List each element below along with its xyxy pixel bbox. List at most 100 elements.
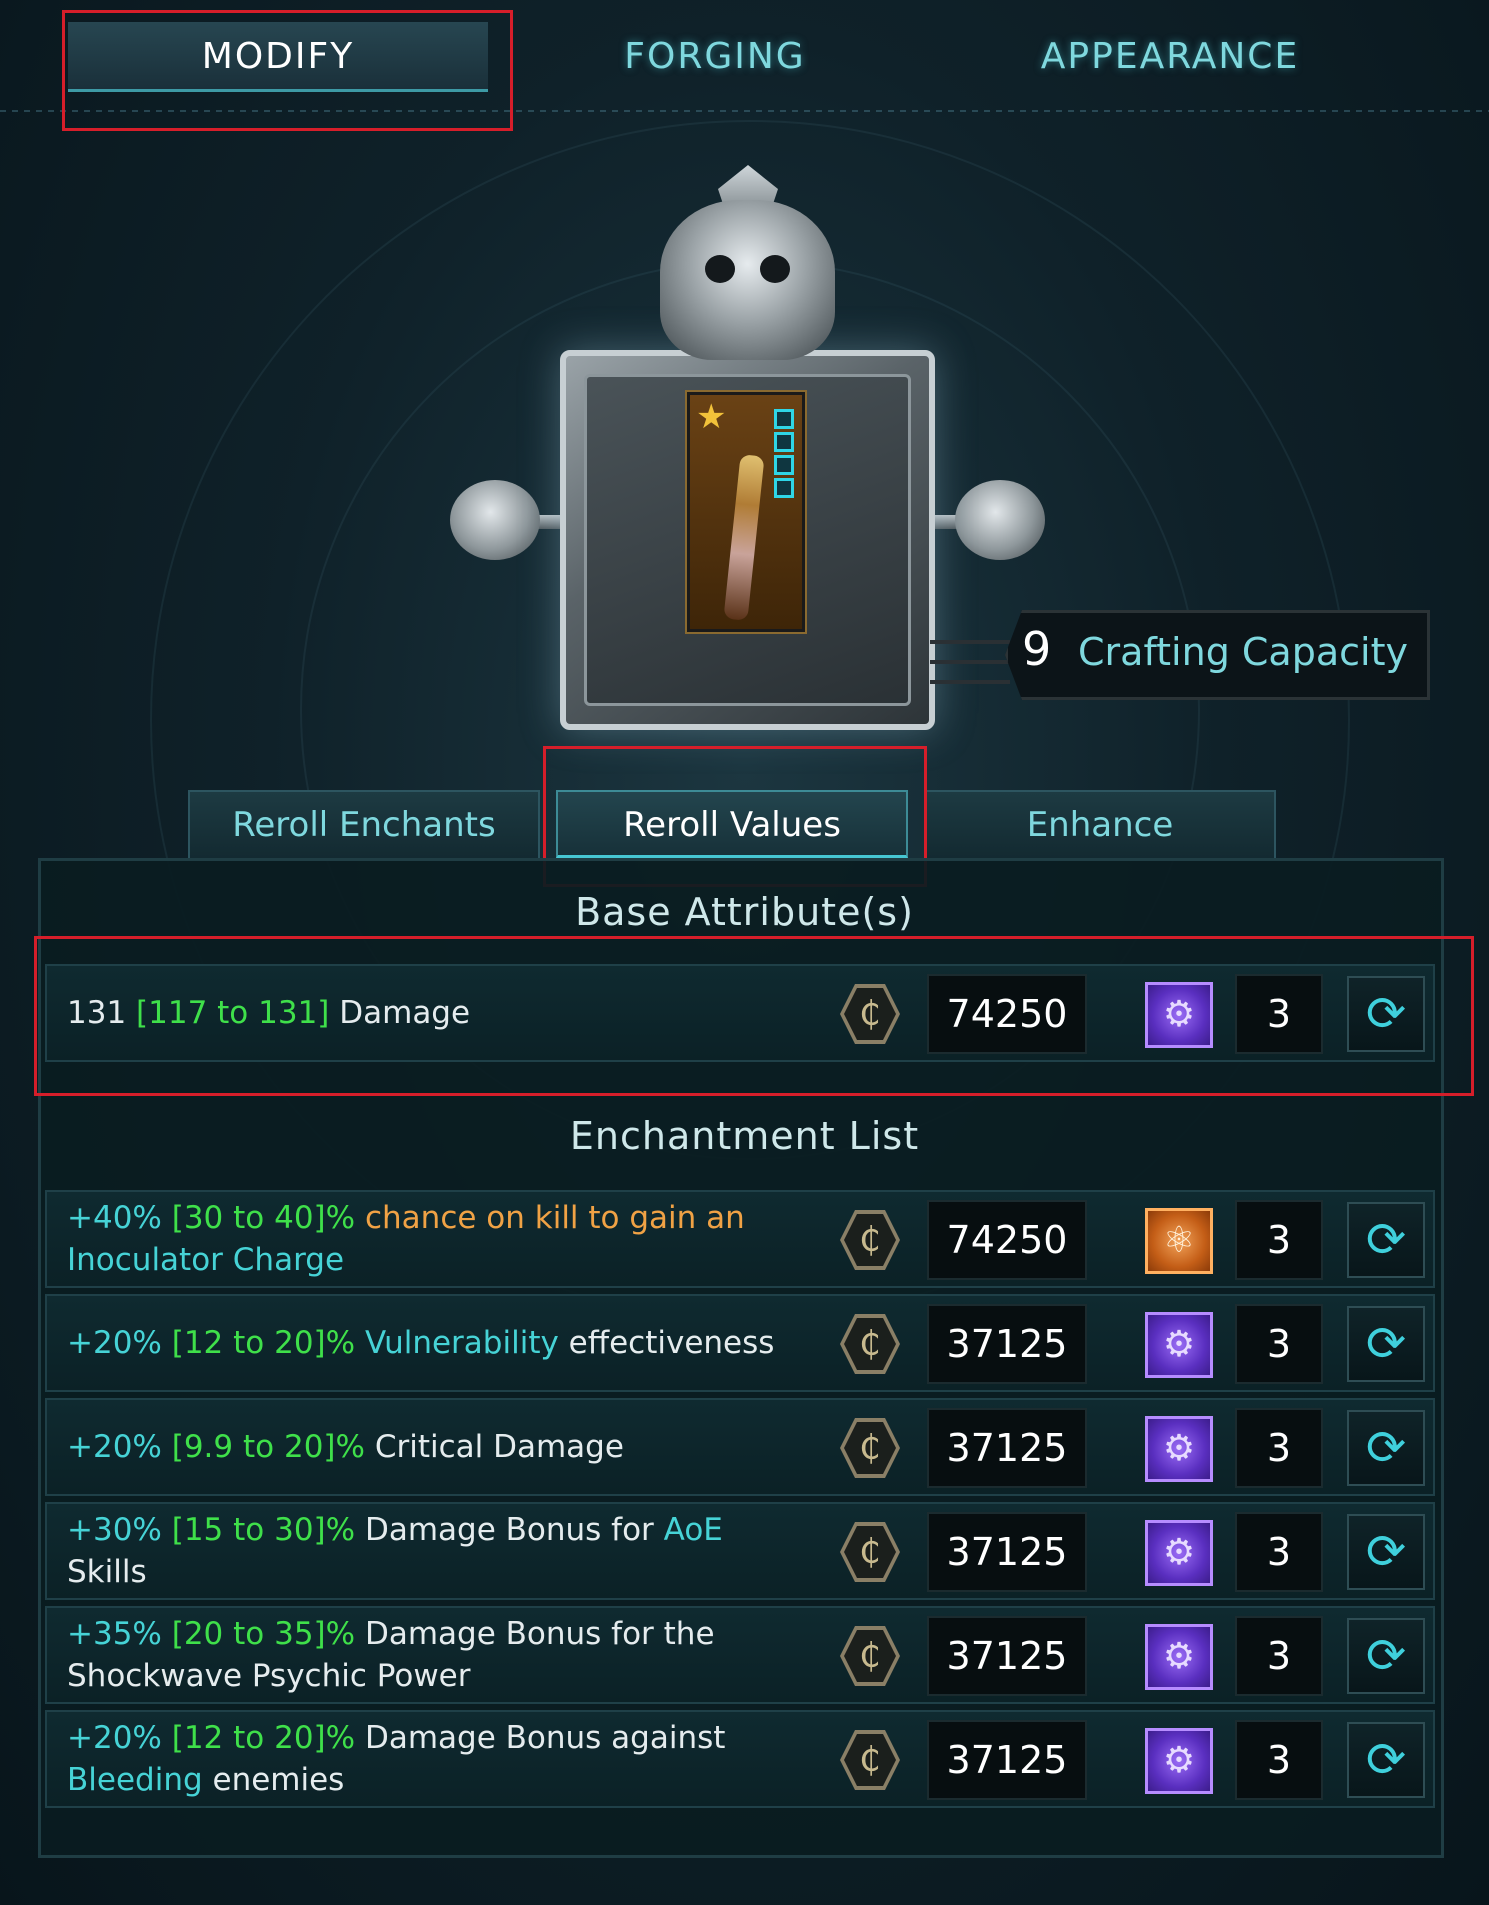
material-quantity: 3 <box>1235 1720 1323 1800</box>
attribute-text: 131 [117 to 131] Damage <box>67 966 837 1060</box>
crafting-capacity-label: Crafting Capacity <box>1078 630 1408 674</box>
enchantment-segment: Bleeding <box>67 1762 203 1798</box>
enchantment-segment: chance on kill to gain an <box>355 1200 745 1236</box>
material-quantity: 3 <box>1235 1408 1323 1488</box>
reroll-cost: 37125 <box>927 1408 1087 1488</box>
enchantment-row: +20% [12 to 20]% Vulnerability effective… <box>45 1294 1435 1392</box>
credits-icon: ₵ <box>859 1532 881 1572</box>
equipped-item-card[interactable]: ★ <box>685 390 807 634</box>
enchantment-line: Bleeding enemies <box>67 1759 837 1801</box>
enchantment-segment: +20% <box>67 1325 162 1361</box>
enchantment-row: +20% [9.9 to 20]% Critical Damage ₵ 37125 ⚙… <box>45 1398 1435 1496</box>
crafting-capacity-value: 9 <box>1022 622 1052 676</box>
enchantment-segment: [15 to 30]% <box>161 1512 356 1548</box>
material-quantity: 3 <box>1235 1512 1323 1592</box>
skull-eye <box>760 255 790 283</box>
reroll-button[interactable]: ⟳ <box>1347 976 1425 1052</box>
enchantment-segment: +40% <box>67 1200 162 1236</box>
enchantment-segment: +20% <box>67 1720 162 1756</box>
enchantment-text: +40% [30 to 40]% chance on kill to gain … <box>67 1192 837 1286</box>
divider <box>0 110 1489 112</box>
reroll-button[interactable]: ⟳ <box>1347 1514 1425 1590</box>
cable <box>930 660 1010 664</box>
enchantment-segment: enemies <box>202 1762 345 1798</box>
enchantment-text: +35% [20 to 35]% Damage Bonus for the Sho… <box>67 1608 837 1702</box>
enchantment-segment: [12 to 20]% <box>161 1720 356 1756</box>
enchantment-segment: [9.9 to 20]% <box>161 1429 365 1465</box>
tab-appearance[interactable]: APPEARANCE <box>980 22 1360 92</box>
tab-enhance[interactable]: Enhance <box>924 790 1276 858</box>
left-skull-ornament <box>450 480 540 560</box>
attribute-range: [117 to 131] <box>136 995 330 1031</box>
tab-forging[interactable]: FORGING <box>560 22 870 92</box>
enchantment-segment: Inoculator Charge <box>67 1242 345 1278</box>
enchantment-segment: +30% <box>67 1512 162 1548</box>
purple-gear-icon: ⚙ <box>1145 1520 1213 1586</box>
item-upgrade-slots <box>774 409 796 501</box>
tab-reroll-enchants[interactable]: Reroll Enchants <box>188 790 540 858</box>
enchantment-line: +20% [12 to 20]% Vulnerability effective… <box>67 1322 837 1364</box>
tab-modify[interactable]: MODIFY <box>68 22 488 92</box>
reroll-cost: 37125 <box>927 1304 1087 1384</box>
enchantment-segment: Shockwave Psychic Power <box>67 1658 471 1694</box>
star-icon: ★ <box>696 397 727 437</box>
enchantment-segment: AoE <box>663 1512 723 1548</box>
skull-eye <box>705 255 735 283</box>
enchantment-segment: Vulnerability <box>355 1325 559 1361</box>
enchantment-segment: effectiveness <box>558 1325 775 1361</box>
weapon-icon <box>723 454 765 621</box>
cable <box>930 640 1010 644</box>
purple-gear-icon: ⚙ <box>1145 982 1213 1048</box>
enchantment-row: +30% [15 to 30]% Damage Bonus for AoE Ski… <box>45 1502 1435 1600</box>
base-attributes-heading: Base Attribute(s) <box>575 890 914 934</box>
tab-reroll-values[interactable]: Reroll Values <box>556 790 908 858</box>
top-tab-bar: MODIFY FORGING APPEARANCE <box>0 0 1489 120</box>
enchantment-segment: [30 to 40]% <box>161 1200 356 1236</box>
enchantment-line: +20% [9.9 to 20]% Critical Damage <box>67 1426 837 1468</box>
enchantment-text: +20% [9.9 to 20]% Critical Damage <box>67 1400 837 1494</box>
enchantment-segment: Critical Damage <box>364 1429 624 1465</box>
slot-icon <box>774 478 794 498</box>
enchantment-segment: Damage Bonus for the <box>355 1616 715 1652</box>
enchantment-row: +40% [30 to 40]% chance on kill to gain … <box>45 1190 1435 1288</box>
reroll-cost: 37125 <box>927 1512 1087 1592</box>
credits-icon: ₵ <box>859 1428 881 1468</box>
enchantment-segment: [20 to 35]% <box>161 1616 356 1652</box>
reroll-button[interactable]: ⟳ <box>1347 1410 1425 1486</box>
base-attribute-row: 131 [117 to 131] Damage ₵ 74250 ⚙ 3 ⟳ <box>45 964 1435 1062</box>
enchantment-line: Shockwave Psychic Power <box>67 1655 837 1697</box>
credits-icon: ₵ <box>859 1740 881 1780</box>
enchantment-segment: [12 to 20]% <box>161 1325 356 1361</box>
reroll-button[interactable]: ⟳ <box>1347 1722 1425 1798</box>
credits-icon: ₵ <box>859 994 881 1034</box>
cable <box>930 680 1010 684</box>
slot-icon <box>774 432 794 452</box>
reroll-cost: 74250 <box>927 974 1087 1054</box>
attribute-value: 131 <box>67 995 127 1031</box>
enchantment-line: +30% [15 to 30]% Damage Bonus for AoE <box>67 1509 837 1551</box>
purple-gear-icon: ⚙ <box>1145 1728 1213 1794</box>
material-quantity: 3 <box>1235 1200 1323 1280</box>
credits-icon: ₵ <box>859 1220 881 1260</box>
credits-icon: ₵ <box>859 1324 881 1364</box>
purple-gear-icon: ⚙ <box>1145 1312 1213 1378</box>
purple-gear-icon: ⚙ <box>1145 1416 1213 1482</box>
enchantment-segment: +35% <box>67 1616 162 1652</box>
skull-ornament <box>660 200 835 360</box>
reroll-button[interactable]: ⟳ <box>1347 1618 1425 1694</box>
enchantment-row: +20% [12 to 20]% Damage Bonus against Ble… <box>45 1710 1435 1808</box>
enchantment-text: +30% [15 to 30]% Damage Bonus for AoE Ski… <box>67 1504 837 1598</box>
enchantment-line: Skills <box>67 1551 837 1593</box>
reroll-button[interactable]: ⟳ <box>1347 1202 1425 1278</box>
enchantment-line: +40% [30 to 40]% chance on kill to gain … <box>67 1197 837 1239</box>
material-quantity: 3 <box>1235 1304 1323 1384</box>
enchantment-segment: Damage Bonus for <box>355 1512 664 1548</box>
reroll-cost: 37125 <box>927 1720 1087 1800</box>
right-skull-ornament <box>955 480 1045 560</box>
reroll-cost: 37125 <box>927 1616 1087 1696</box>
reroll-button[interactable]: ⟳ <box>1347 1306 1425 1382</box>
enchantment-list-heading: Enchantment List <box>569 1114 920 1158</box>
enchantment-segment: Skills <box>67 1554 147 1590</box>
material-quantity: 3 <box>1235 1616 1323 1696</box>
reroll-cost: 74250 <box>927 1200 1087 1280</box>
